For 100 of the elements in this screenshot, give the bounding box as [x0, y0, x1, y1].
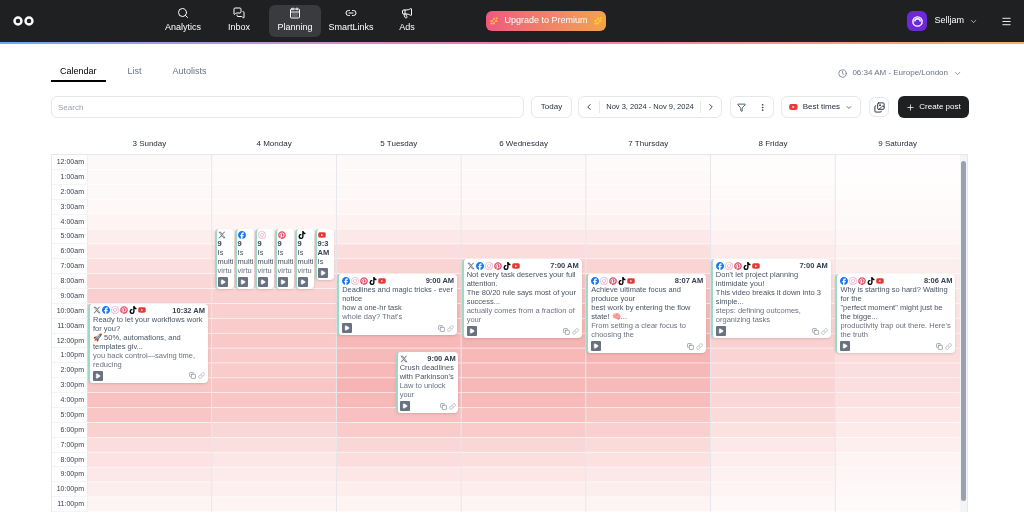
nav-item[interactable]: Ads	[381, 5, 433, 37]
video-thumbnail-icon	[237, 277, 248, 288]
media-library-button[interactable]	[869, 97, 889, 117]
tiktok-icon	[867, 276, 876, 285]
pinterest-icon	[493, 261, 502, 270]
sparkle-icon	[490, 17, 499, 25]
instagram-icon	[257, 231, 266, 240]
nav-item[interactable]: Inbox	[213, 5, 265, 37]
video-thumbnail-icon	[317, 268, 328, 279]
instagram-icon	[484, 261, 493, 270]
nav-item[interactable]: Planning	[269, 5, 321, 37]
facebook-icon	[591, 276, 600, 285]
link-icon[interactable]	[448, 402, 456, 410]
copy-icon[interactable]	[687, 342, 695, 350]
instagram-icon	[849, 276, 858, 285]
youtube-icon	[876, 276, 885, 285]
day-header: 5 Tuesday	[379, 138, 419, 150]
spiral-icon	[911, 14, 924, 28]
instagram-icon	[110, 306, 119, 315]
view-tab[interactable]: Calendar	[51, 64, 106, 82]
facebook-icon	[715, 261, 724, 270]
youtube-icon	[378, 276, 387, 285]
tiktok-icon	[502, 261, 511, 270]
clock-icon	[838, 68, 848, 78]
menu-icon[interactable]	[1001, 15, 1012, 27]
youtube-icon	[789, 102, 798, 112]
pinterest-icon	[277, 231, 286, 240]
copy-icon[interactable]	[439, 402, 447, 410]
video-thumbnail-icon	[217, 277, 228, 288]
x-icon	[217, 231, 226, 240]
youtube-icon	[751, 261, 760, 270]
video-thumbnail-icon	[297, 277, 308, 288]
x-icon	[92, 306, 101, 315]
pinterest-icon	[119, 306, 128, 315]
day-header: 7 Thursday	[627, 138, 670, 150]
facebook-icon	[840, 276, 849, 285]
facebook-icon	[101, 306, 110, 315]
timezone-label[interactable]: 06:34 AM - Europe/London	[852, 67, 948, 79]
tiktok-icon	[618, 276, 627, 285]
plus-icon	[906, 102, 916, 112]
video-thumbnail-icon	[277, 277, 288, 288]
pinterest-icon	[360, 276, 369, 285]
copy-icon[interactable]	[188, 372, 196, 380]
pinterest-icon	[733, 261, 742, 270]
nav-item[interactable]: SmartLinks	[325, 5, 377, 37]
copy-icon[interactable]	[562, 327, 570, 335]
x-icon	[466, 261, 475, 270]
view-tab[interactable]: List	[118, 64, 151, 82]
day-header: 6 Wednesday	[498, 138, 549, 150]
analytics-icon	[177, 7, 189, 20]
video-thumbnail-icon	[466, 326, 477, 337]
link-icon[interactable]	[945, 342, 953, 350]
nav-item[interactable]: Analytics	[157, 5, 209, 37]
facebook-icon	[475, 261, 484, 270]
video-thumbnail-icon	[591, 341, 602, 351]
scrollbar[interactable]	[960, 161, 966, 501]
video-thumbnail-icon	[715, 326, 726, 337]
sparkle-icon	[593, 17, 602, 25]
facebook-icon	[237, 231, 246, 240]
instagram-icon	[724, 261, 733, 270]
video-thumbnail-icon	[92, 370, 103, 381]
youtube-icon	[317, 231, 326, 240]
link-icon[interactable]	[197, 372, 205, 380]
view-tab[interactable]: Autolists	[163, 64, 216, 82]
search-field[interactable]: Search	[51, 96, 524, 118]
copy-icon[interactable]	[936, 342, 944, 350]
video-thumbnail-icon	[840, 341, 851, 351]
create-post-button[interactable]: Create post	[898, 96, 969, 118]
link-icon[interactable]	[696, 342, 704, 350]
images-icon	[873, 101, 885, 113]
logo-icon	[13, 16, 34, 26]
best-times-dropdown[interactable]: Best times	[781, 96, 861, 118]
youtube-icon	[137, 306, 146, 315]
video-thumbnail-icon	[342, 323, 353, 333]
tiktok-icon	[297, 231, 306, 240]
today-button[interactable]: Today	[531, 96, 572, 118]
facebook-icon	[342, 276, 351, 285]
instagram-icon	[351, 276, 360, 285]
day-header: 8 Friday	[757, 138, 789, 150]
tiktok-icon	[369, 276, 378, 285]
day-header: 4 Monday	[255, 138, 293, 150]
tiktok-icon	[128, 306, 137, 315]
instagram-icon	[600, 276, 609, 285]
day-header: 9 Saturday	[877, 138, 918, 150]
video-thumbnail-icon	[257, 277, 268, 288]
chat-icon	[233, 7, 245, 20]
link-icon[interactable]	[820, 327, 828, 335]
link-icon[interactable]	[571, 327, 579, 335]
pinterest-icon	[609, 276, 618, 285]
megaphone-icon	[401, 7, 413, 20]
youtube-icon	[511, 261, 520, 270]
link-icon[interactable]	[447, 324, 455, 332]
x-icon	[399, 354, 408, 363]
account-name[interactable]: Selljam	[934, 14, 964, 28]
pinterest-icon	[858, 276, 867, 285]
account-avatar[interactable]	[907, 11, 928, 31]
copy-icon[interactable]	[811, 327, 819, 335]
youtube-icon	[627, 276, 636, 285]
copy-icon[interactable]	[438, 324, 446, 332]
day-header: 3 Sunday	[131, 138, 168, 150]
